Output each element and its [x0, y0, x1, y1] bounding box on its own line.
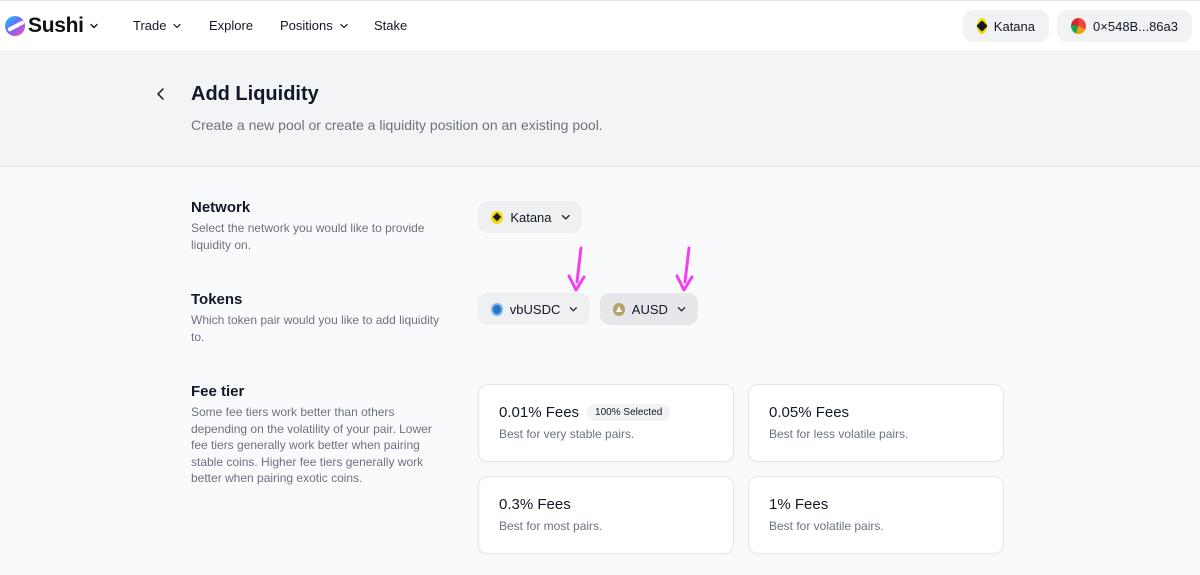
- annotation-arrow-icon: [567, 246, 586, 292]
- nav-trade[interactable]: Trade: [133, 18, 182, 33]
- katana-network-icon: [491, 210, 504, 224]
- ausd-token-icon: [613, 302, 625, 316]
- fee-option-label: 0.01% Fees: [499, 404, 580, 421]
- page-subtitle: Create a new pool or create a liquidity …: [191, 117, 603, 133]
- fee-tier-section-title: Fee tier: [191, 383, 245, 400]
- fee-option-description: Best for very stable pairs.: [499, 427, 635, 441]
- fee-option-label: 0.05% Fees: [769, 404, 850, 421]
- fee-option-title: 0.05% Fees: [769, 404, 849, 421]
- page-header: [0, 50, 1200, 167]
- fee-option-description: Best for volatile pairs.: [769, 519, 884, 533]
- back-button[interactable]: [151, 84, 171, 104]
- nav-stake-label: Stake: [374, 18, 408, 33]
- chevron-down-icon: [173, 23, 182, 28]
- katana-network-icon: [976, 18, 988, 34]
- vbusdc-token-icon: [491, 302, 503, 316]
- network-switch-button[interactable]: Katana: [963, 10, 1049, 42]
- fee-option-1[interactable]: 1% Fees Best for volatile pairs.: [748, 476, 1004, 554]
- fee-option-0-3[interactable]: 0.3% Fees Best for most pairs.: [478, 476, 734, 554]
- fee-tier-section-description: Some fee tiers work better than others d…: [191, 405, 432, 485]
- network-section-description: Select the network you would like to pro…: [191, 221, 425, 252]
- tokens-section-title: Tokens: [191, 291, 243, 308]
- wallet-address: 0×548B...86a3: [1093, 18, 1178, 34]
- nav-explore[interactable]: Explore: [209, 18, 253, 33]
- network-select-label: Katana: [510, 209, 552, 225]
- fee-option-title: 0.01% Fees 100% Selected: [499, 404, 671, 421]
- chevron-down-icon: [90, 23, 98, 29]
- annotation-arrow-icon: [675, 246, 694, 292]
- network-select[interactable]: Katana: [478, 201, 582, 233]
- network-switch-label: Katana: [993, 18, 1035, 34]
- wallet-avatar-icon: [1071, 18, 1087, 34]
- fee-option-description: Best for most pairs.: [499, 519, 603, 533]
- tokens-section-description: Which token pair would you like to add l…: [191, 313, 440, 344]
- token0-label: vbUSDC: [509, 301, 561, 317]
- token1-label: AUSD: [631, 301, 668, 317]
- nav-explore-label: Explore: [209, 18, 254, 33]
- chevron-down-icon: [677, 307, 686, 312]
- fee-option-0-01[interactable]: 0.01% Fees 100% Selected Best for very s…: [478, 384, 734, 462]
- sushi-logo-menu[interactable]: Sushi: [5, 14, 99, 38]
- sushi-logo-icon: [5, 16, 25, 36]
- nav-trade-label: Trade: [133, 18, 167, 33]
- chevron-down-icon: [561, 214, 570, 220]
- fee-option-label: 1% Fees: [769, 496, 829, 513]
- fee-option-title: 1% Fees: [769, 496, 828, 513]
- fee-option-description: Best for less volatile pairs.: [769, 427, 909, 441]
- fee-option-label: 0.3% Fees: [499, 496, 571, 513]
- chevron-left-icon: [157, 88, 164, 100]
- nav-positions[interactable]: Positions: [280, 18, 349, 33]
- token1-select[interactable]: AUSD: [600, 293, 698, 325]
- nav-stake[interactable]: Stake: [374, 18, 407, 33]
- brand-name: Sushi: [28, 14, 84, 37]
- chevron-down-icon: [570, 307, 578, 312]
- fee-option-title: 0.3% Fees: [499, 496, 571, 513]
- chevron-down-icon: [340, 23, 348, 28]
- nav-positions-label: Positions: [280, 18, 333, 33]
- network-section-title: Network: [191, 199, 251, 216]
- top-navbar: Sushi Trade Explore Positions Stake Kata…: [0, 0, 1200, 50]
- wallet-button[interactable]: 0×548B...86a3: [1057, 10, 1192, 42]
- page-title: Add Liquidity: [191, 83, 319, 105]
- fee-option-0-05[interactable]: 0.05% Fees Best for less volatile pairs.: [748, 384, 1004, 462]
- fee-selected-badge: 100% Selected: [587, 404, 671, 421]
- token0-select[interactable]: vbUSDC: [478, 293, 590, 325]
